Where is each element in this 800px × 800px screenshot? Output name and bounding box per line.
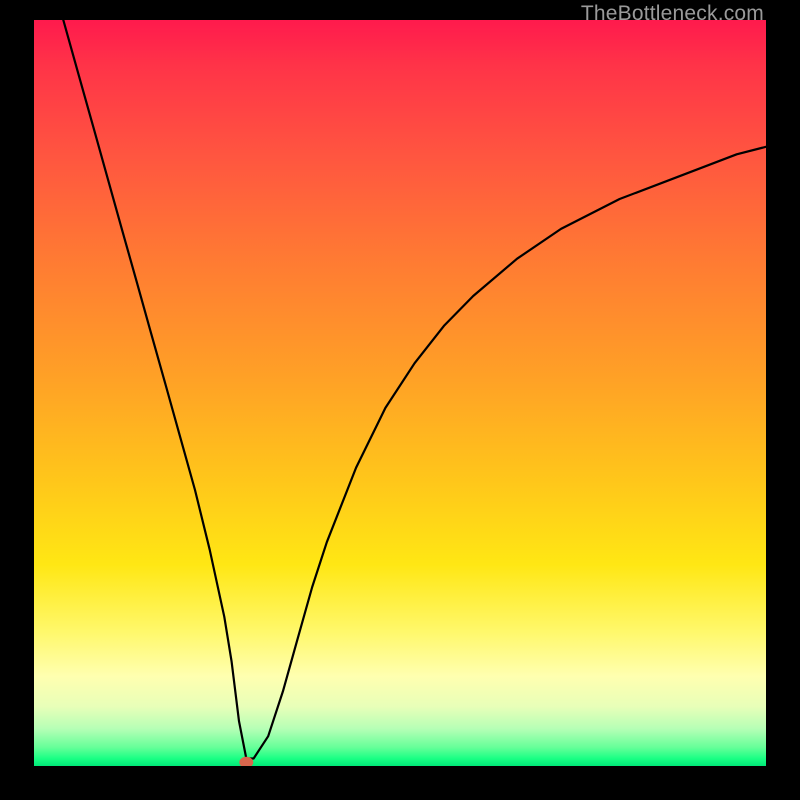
chart-frame: TheBottleneck.com <box>0 0 800 800</box>
curve-layer <box>34 20 766 766</box>
minimum-marker <box>240 757 253 766</box>
bottleneck-curve <box>63 20 766 759</box>
plot-area <box>34 20 766 766</box>
